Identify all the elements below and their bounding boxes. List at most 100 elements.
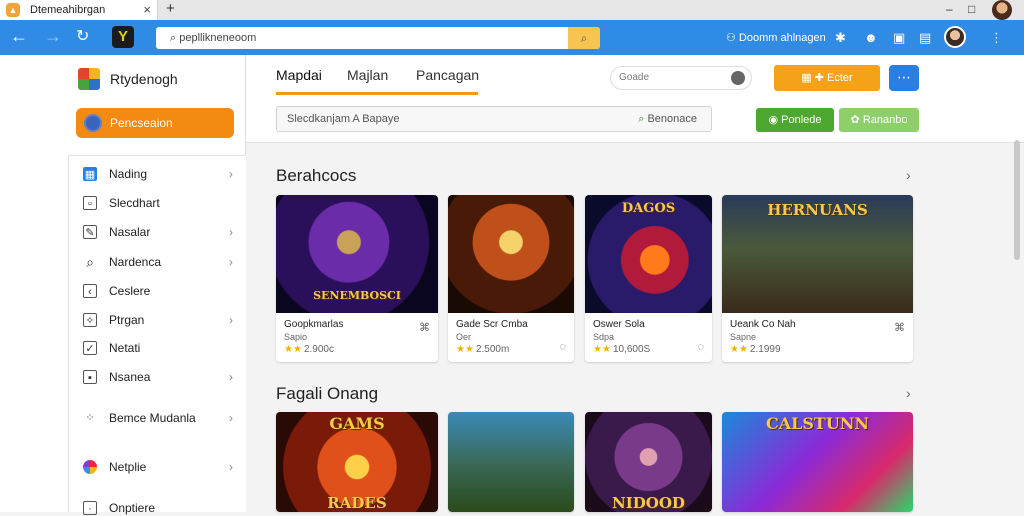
globe-icon (84, 114, 102, 132)
maximize-icon[interactable]: □ (968, 2, 975, 16)
sidebar-item-onptiere[interactable]: · Onptiere (83, 501, 233, 515)
app-favicon-icon: ▲ (6, 3, 20, 17)
game-art-title: CALSTUNN (765, 414, 870, 433)
grid-icon: ▦ (83, 167, 97, 181)
game-card[interactable]: Gade Scr Cmba Oer ★★ 2.500m ◌ (448, 195, 574, 362)
sidebar-item-ceslere[interactable]: ‹ Ceslere (83, 284, 233, 298)
reading-list-icon[interactable]: ▤ (919, 30, 931, 46)
extensions-icon[interactable]: ✱ (835, 30, 846, 46)
sidebar-item-ptrgan[interactable]: ✧ Ptrgan › (83, 313, 233, 327)
rating-stars: ★★ (456, 344, 474, 355)
browser-tab[interactable]: ▲ Dtemeahibrgan × (0, 0, 158, 20)
enter-button[interactable]: ▦ ✚ Ecter (774, 65, 880, 91)
close-tab-icon[interactable]: × (143, 2, 151, 17)
browser-tab-strip: ▲ Dtemeahibrgan × + – □ (0, 0, 1024, 20)
box-icon: ▪ (83, 370, 97, 384)
more-options-button[interactable]: ⋯ (889, 65, 919, 91)
search-icon: ⌕ (86, 254, 94, 270)
menu-more-icon[interactable]: ⋮ (990, 30, 1003, 46)
sidebar-item-label: Nardenca (109, 255, 162, 269)
notifications-icon[interactable]: ☻ (864, 30, 878, 45)
sidebar-item-nasalar[interactable]: ✎ Nasalar › (83, 225, 233, 239)
game-developer: Sdpa (593, 332, 615, 342)
sidebar-item-nsanea[interactable]: ▪ Nsanea › (83, 370, 233, 384)
chevron-right-icon[interactable]: › (906, 385, 911, 401)
sidebar-nav: ▦ Nading › ▫ Slecdhart ✎ Nasalar › ⌕ Nar… (68, 155, 246, 515)
game-card[interactable]: SENEMBOSCI Goopkmarlas Sapio ★★ 2.900c ⌘ (276, 195, 438, 362)
brand-name: Rtydenogh (110, 71, 178, 87)
settings-icon: ✧ (83, 313, 97, 327)
search-icon: ⌕ (170, 32, 180, 44)
game-card[interactable]: CALSTUNN (722, 412, 913, 512)
game-developer: Sapio (284, 332, 308, 342)
sidebar-item-slecdhart[interactable]: ▫ Slecdhart (83, 196, 233, 210)
controller-icon[interactable]: ⌘ (894, 321, 905, 334)
tab-pancagan[interactable]: Pancagan (416, 67, 479, 83)
chevron-right-icon: › (229, 370, 233, 384)
game-art-title: SENEMBOSCI (313, 289, 401, 302)
ponlede-button[interactable]: ◉ Ponlede (756, 108, 834, 132)
profile-avatar[interactable] (992, 0, 1012, 20)
brand[interactable]: Rtydenogh (78, 68, 178, 90)
tab-mapdai[interactable]: Mapdai (276, 67, 322, 83)
scrollbar[interactable] (1014, 140, 1020, 260)
edit-icon: ✓ (83, 341, 97, 355)
filter-field[interactable]: Slecdkanjam A Bapaye ⌕ Benonace (276, 106, 712, 132)
options-icon: · (83, 501, 97, 515)
chevron-right-icon: › (229, 411, 233, 425)
sidebar-item-bemce-mudanla[interactable]: ⁘ Bemce Mudanla › (83, 411, 233, 425)
chat-icon[interactable]: ◌ (559, 341, 566, 353)
quick-search-field[interactable]: Goade (610, 66, 752, 90)
game-developer: Sapne (730, 332, 757, 342)
sidebar-item-netplie[interactable]: Netplie › (83, 460, 233, 474)
reload-icon[interactable]: ↻ (76, 26, 89, 46)
content-header: Mapdai Majlan Pancagan Goade ▦ ✚ Ecter ⋯… (246, 55, 1024, 143)
app-shortcut-icon[interactable]: Y (112, 26, 134, 48)
tab-majlan[interactable]: Majlan (347, 67, 388, 83)
back-icon[interactable]: ← (10, 26, 28, 47)
game-art-subtitle: RADES (327, 494, 387, 512)
game-art-title: DAGOS (621, 201, 676, 216)
forward-icon[interactable]: → (44, 26, 62, 47)
new-tab-button[interactable]: + (166, 0, 175, 18)
game-card[interactable] (448, 412, 574, 512)
bookmark-icon[interactable]: ▣ (893, 30, 905, 46)
url-field[interactable]: ⌕ pepllikneneoom ⌕ (156, 27, 600, 49)
brand-logo-icon (78, 68, 100, 90)
section-title: Berahcocs (276, 166, 357, 185)
ponlede-label: Ponlede (781, 114, 822, 126)
sidebar-item-label: Onptiere (109, 501, 156, 515)
user-avatar[interactable] (944, 26, 966, 48)
primary-action-button[interactable]: Pencseaion (76, 108, 234, 138)
game-card[interactable]: GAMS RADES (276, 412, 438, 512)
sidebar-item-nardenca[interactable]: ⌕ Nardenca › (83, 255, 233, 269)
sidebar-item-label: Ceslere (109, 284, 151, 298)
sidebar-item-label: Nading (109, 167, 148, 181)
rating-count: 2.500m (475, 344, 510, 355)
sidebar-item-nading[interactable]: ▦ Nading › (83, 167, 233, 181)
active-tab-indicator (276, 92, 478, 95)
sidebar-item-label: Nsanea (109, 370, 151, 384)
game-art-image (448, 195, 574, 313)
game-art-title: GAMS (329, 414, 385, 433)
rating-stars: ★★ (284, 344, 302, 355)
controller-icon[interactable]: ⌘ (419, 321, 430, 334)
sidebar-item-label: Nasalar (109, 225, 151, 239)
game-card[interactable]: HERNUANS Ueank Co Nah Sapne ★★ 2.1999 ⌘ (722, 195, 913, 362)
chevron-right-icon: › (229, 313, 233, 327)
minimize-icon[interactable]: – (946, 2, 953, 16)
game-card[interactable]: NIDOOD (585, 412, 712, 512)
go-search-icon[interactable]: ⌕ (568, 27, 600, 49)
apps-icon: ⁘ (85, 412, 95, 424)
game-name: Gade Scr Cmba (456, 319, 528, 330)
chevron-right-icon[interactable]: › (906, 167, 911, 183)
chevron-right-icon: › (229, 460, 233, 474)
sidebar-item-netati[interactable]: ✓ Netati (83, 341, 233, 355)
leaf-icon: ✿ (850, 114, 863, 126)
rating-count: 2.900c (303, 344, 334, 355)
chat-icon[interactable]: ◌ (697, 341, 704, 353)
rananbo-button[interactable]: ✿ Rananbo (839, 108, 919, 132)
game-name: Ueank Co Nah (730, 319, 796, 330)
account-menu[interactable]: ⚇ Doomm ahlnagen (726, 31, 826, 44)
game-card[interactable]: DAGOS Oswer Sola Sdpa ★★ 10,600S ◌ (585, 195, 712, 362)
